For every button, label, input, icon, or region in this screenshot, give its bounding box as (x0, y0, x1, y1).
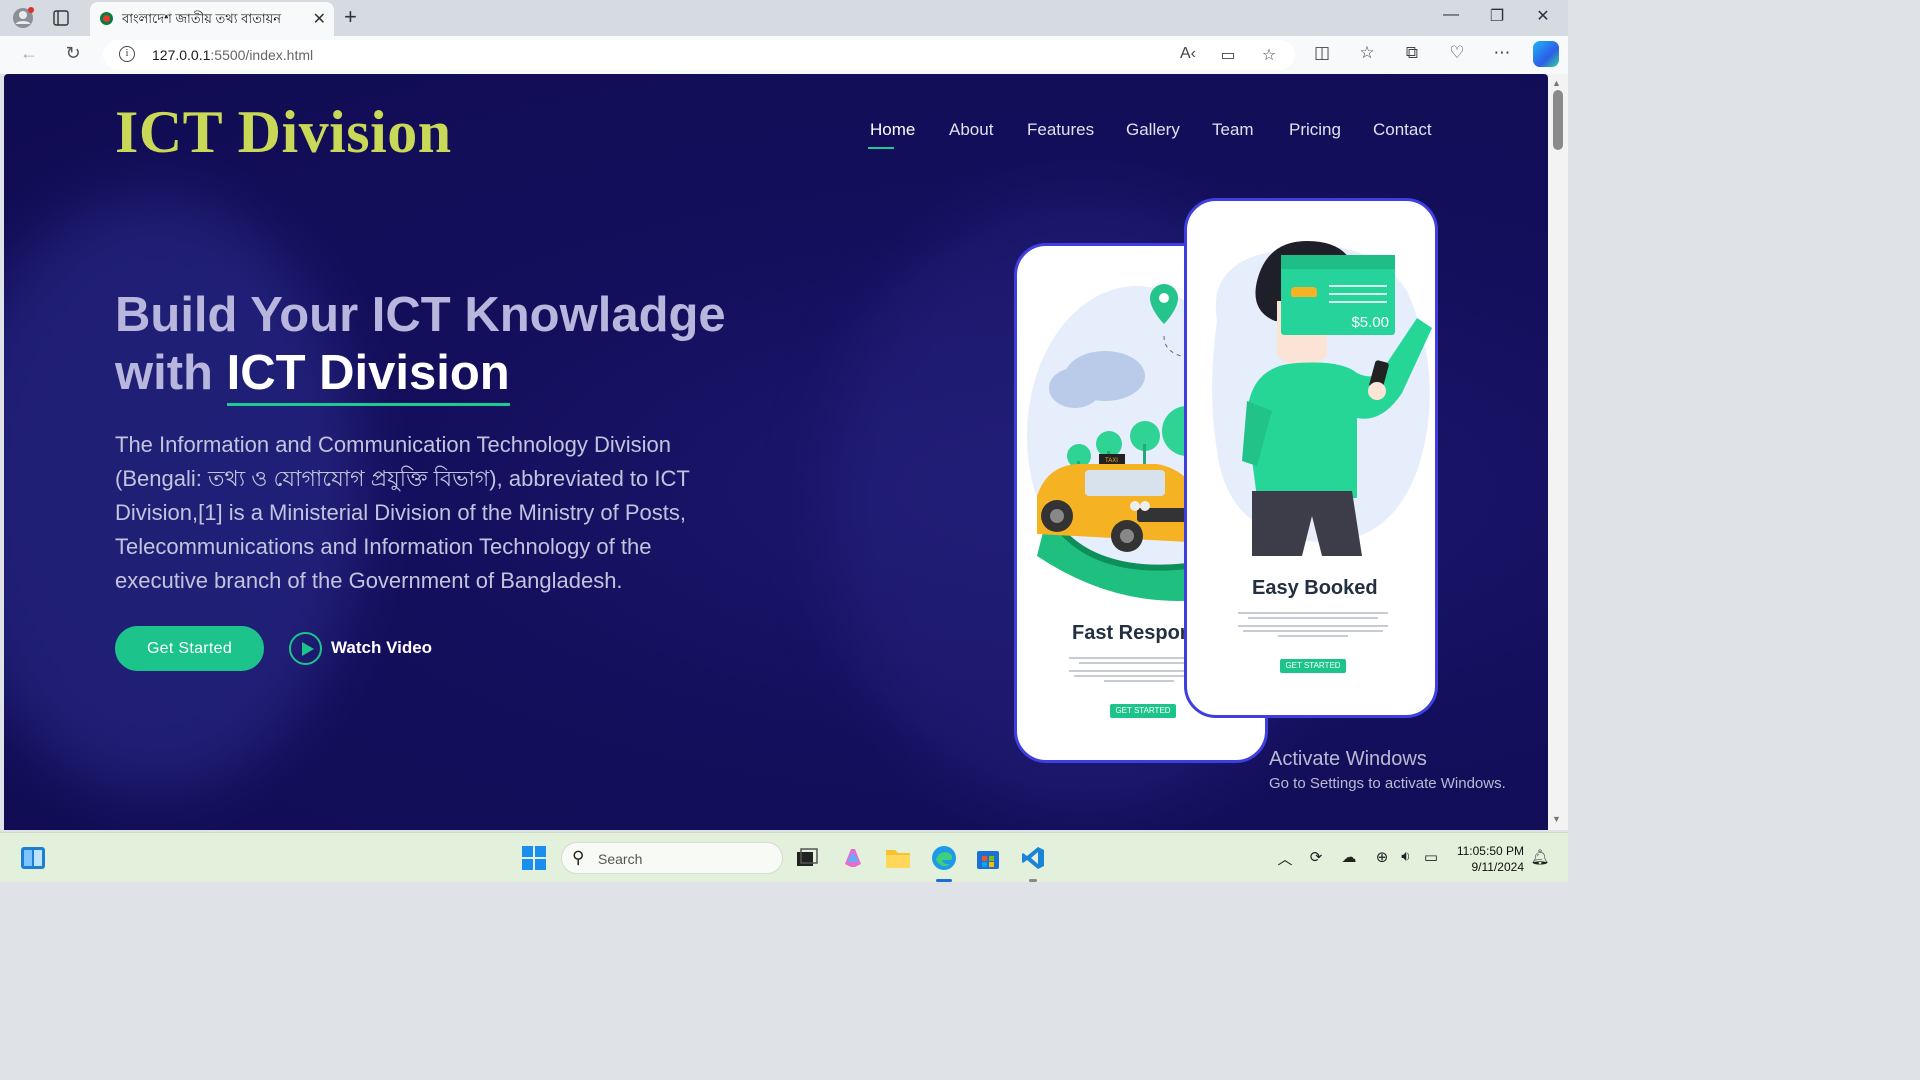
read-aloud-icon[interactable]: A‹ (1177, 45, 1199, 63)
hero-title: Build Your ICT Knowladge with ICT Divisi… (115, 286, 815, 406)
taskbar-search-placeholder: Search (598, 851, 643, 867)
nav-pricing[interactable]: Pricing (1289, 120, 1341, 140)
phone-get-started-button: GET STARTED (1280, 659, 1346, 673)
url-host: 127.0.0.1 (152, 47, 211, 63)
address-bar[interactable]: i 127.0.0.1:5500/index.html A‹ ▭ ☆ (103, 40, 1295, 70)
new-tab-icon[interactable]: + (344, 4, 357, 30)
language-globe-icon[interactable]: ⊕ (1371, 848, 1393, 866)
active-app-indicator (936, 879, 952, 882)
onedrive-cloud-icon[interactable]: ☁ (1338, 848, 1360, 866)
activate-windows-watermark: Activate Windows Go to Settings to activ… (1269, 748, 1506, 792)
edge-browser-icon[interactable] (928, 842, 960, 874)
watch-video-label: Watch Video (331, 638, 433, 657)
nav-contact[interactable]: Contact (1373, 120, 1432, 140)
close-tab-icon[interactable]: ✕ (313, 9, 326, 29)
site-info-icon[interactable]: i (119, 46, 135, 62)
sync-icon[interactable]: ⟳ (1305, 848, 1327, 866)
get-started-button[interactable]: Get Started (115, 626, 264, 671)
split-screen-icon[interactable]: ◫ (1309, 43, 1335, 63)
nav-about[interactable]: About (949, 120, 993, 140)
bangladesh-flag-icon (100, 12, 113, 25)
task-view-icon[interactable] (791, 842, 823, 874)
placeholder-text (1233, 609, 1393, 640)
browser-tab-active[interactable]: বাংলাদেশ জাতীয় তথ্য বাতায়ন ✕ (90, 2, 334, 36)
vscode-icon[interactable] (1017, 842, 1049, 874)
favorite-star-icon[interactable]: ☆ (1258, 45, 1280, 65)
clock-time: 11:05:50 PM (1456, 844, 1524, 858)
ticket-card: $5.00 (1281, 255, 1395, 335)
favorites-icon[interactable]: ☆ (1354, 43, 1380, 63)
microsoft-store-icon[interactable] (972, 842, 1004, 874)
minimize-icon[interactable]: — (1436, 6, 1466, 24)
phone-get-started-button: GET STARTED (1110, 704, 1176, 718)
page-viewport: ICT Division Home About Features Gallery… (4, 74, 1548, 830)
browser-essentials-icon[interactable]: ♡ (1444, 43, 1470, 63)
scroll-up-icon[interactable]: ▲ (1552, 78, 1561, 88)
tab-actions-icon[interactable] (48, 5, 74, 31)
scroll-thumb[interactable] (1553, 90, 1563, 150)
watch-video-button[interactable]: Watch Video (289, 631, 432, 665)
browser-toolbar: ← ↻ i 127.0.0.1:5500/index.html A‹ ▭ ☆ ◫… (0, 36, 1568, 74)
profile-icon[interactable] (10, 5, 36, 31)
search-icon: ⚲ (572, 848, 585, 867)
running-app-indicator (1029, 879, 1037, 882)
volume-icon[interactable]: 🔉︎ (1395, 848, 1417, 865)
easy-booked-title: Easy Booked (1252, 577, 1378, 599)
copilot-icon[interactable] (1533, 41, 1559, 67)
url-path: :5500/index.html (210, 47, 314, 63)
watermark-line2: Go to Settings to activate Windows. (1269, 775, 1506, 792)
scroll-down-icon[interactable]: ▼ (1552, 814, 1561, 824)
nav-gallery[interactable]: Gallery (1126, 120, 1180, 140)
play-icon (289, 631, 322, 665)
active-nav-indicator (868, 147, 894, 149)
url-text[interactable]: 127.0.0.1:5500/index.html (152, 47, 313, 63)
start-windows-icon[interactable] (518, 842, 550, 874)
restore-icon[interactable]: ❐ (1482, 6, 1512, 26)
hero-title-prefix: with (115, 346, 227, 400)
price-label: $5.00 (1351, 314, 1389, 331)
site-logo[interactable]: ICT Division (115, 98, 452, 167)
show-hidden-icons-icon[interactable]: ︿ (1274, 848, 1296, 869)
phone-mockup-easy-booked: $5.00 Easy Booked GET STARTED (1184, 198, 1438, 718)
hero-title-line1: Build Your ICT Knowladge (115, 288, 726, 342)
taskbar-search-box[interactable]: ⚲ Search (561, 842, 783, 874)
nav-home[interactable]: Home (870, 120, 915, 140)
widgets-icon[interactable] (17, 842, 49, 874)
clock-date: 9/11/2024 (1471, 860, 1525, 874)
window-close-icon[interactable]: ✕ (1528, 6, 1558, 26)
windows-taskbar: ⚲ Search ︿ ⟳ ☁ ⊕ 🔉︎ ▭ 11:05:50 PM 9/11/2… (0, 832, 1568, 882)
taxi-sign: TAXI (1105, 458, 1118, 464)
hero-title-highlight: ICT Division (226, 346, 510, 406)
watermark-line1: Activate Windows (1269, 748, 1427, 770)
taskbar-clock[interactable]: 11:05:50 PM 9/11/2024 (1448, 843, 1524, 875)
nav-features[interactable]: Features (1027, 120, 1094, 140)
notification-bell-icon[interactable]: 🔔︎ (1529, 848, 1551, 866)
browser-tab-bar: বাংলাদেশ জাতীয় তথ্য বাতায়ন ✕ + — ❐ ✕ (0, 0, 1568, 36)
file-explorer-icon[interactable] (882, 842, 914, 874)
copilot-app-icon[interactable] (837, 842, 869, 874)
battery-icon[interactable]: ▭ (1420, 848, 1442, 866)
more-menu-icon[interactable]: ⋯ (1489, 43, 1515, 63)
page-scrollbar[interactable]: ▲ ▼ (1548, 74, 1568, 830)
immersive-reader-icon[interactable]: ▭ (1217, 45, 1239, 65)
refresh-icon[interactable]: ↻ (60, 43, 86, 64)
collections-icon[interactable]: ⧉ (1399, 43, 1425, 63)
tab-title: বাংলাদেশ জাতীয় তথ্য বাতায়ন (122, 11, 282, 26)
nav-team[interactable]: Team (1212, 120, 1254, 140)
back-icon[interactable]: ← (16, 43, 42, 64)
hero-description: The Information and Communication Techno… (115, 432, 690, 593)
